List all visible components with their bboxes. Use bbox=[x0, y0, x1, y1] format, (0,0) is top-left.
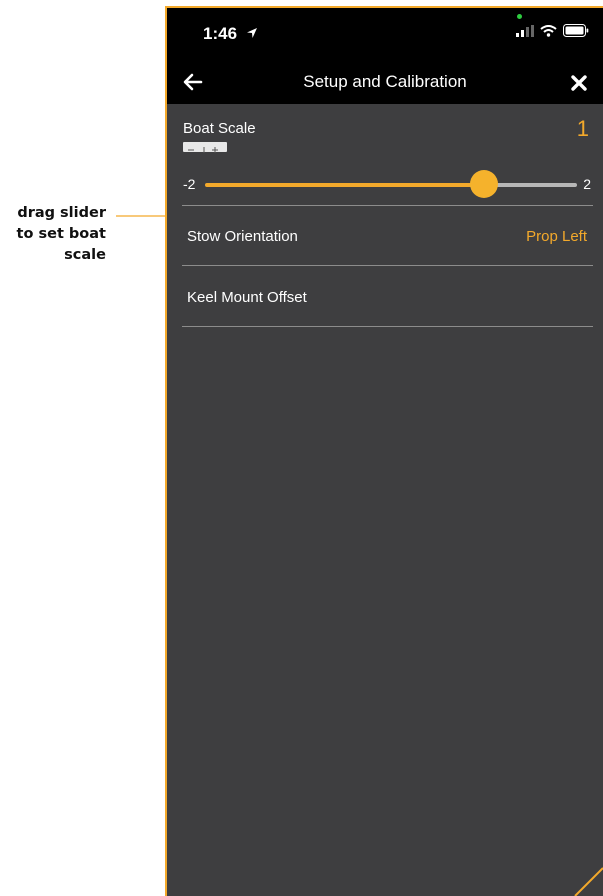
location-arrow-icon bbox=[246, 24, 258, 44]
callout-line: scale bbox=[64, 247, 106, 263]
status-icons bbox=[516, 24, 589, 42]
close-icon[interactable] bbox=[571, 67, 587, 97]
callout-line: drag slider bbox=[17, 205, 106, 221]
stow-orientation-value[interactable]: Prop Left bbox=[526, 228, 587, 245]
slider-min-label: -2 bbox=[183, 176, 196, 192]
corner-accent bbox=[574, 867, 603, 896]
callout-line: to set boat bbox=[16, 226, 106, 242]
callout-text: drag slider to set boat scale bbox=[0, 203, 106, 266]
time-text: 1:46 bbox=[203, 24, 238, 43]
boat-scale-label: Boat Scale bbox=[183, 120, 256, 137]
divider bbox=[182, 205, 593, 206]
privacy-indicator bbox=[517, 14, 522, 19]
wifi-icon bbox=[540, 24, 557, 42]
stow-orientation-label[interactable]: Stow Orientation bbox=[187, 228, 298, 245]
status-time: 1:46 bbox=[203, 24, 258, 44]
boat-scale-value: 1 bbox=[576, 116, 589, 141]
status-bar: 1:46 bbox=[167, 8, 603, 58]
divider bbox=[182, 265, 593, 266]
keel-mount-offset-label[interactable]: Keel Mount Offset bbox=[187, 289, 307, 306]
nav-bar: Setup and Calibration bbox=[167, 58, 603, 104]
page-title: Setup and Calibration bbox=[303, 72, 467, 91]
minus-plus-scale-icon bbox=[183, 142, 227, 153]
phone-screen: 1:46 Setup and Calibration Boat Scale 1 … bbox=[165, 6, 603, 896]
divider bbox=[182, 326, 593, 327]
slider-max-label: 2 bbox=[583, 176, 591, 192]
slider-thumb[interactable] bbox=[470, 170, 498, 198]
battery-icon bbox=[563, 24, 589, 42]
slider-track-filled[interactable] bbox=[205, 183, 484, 187]
signal-icon bbox=[516, 24, 534, 42]
